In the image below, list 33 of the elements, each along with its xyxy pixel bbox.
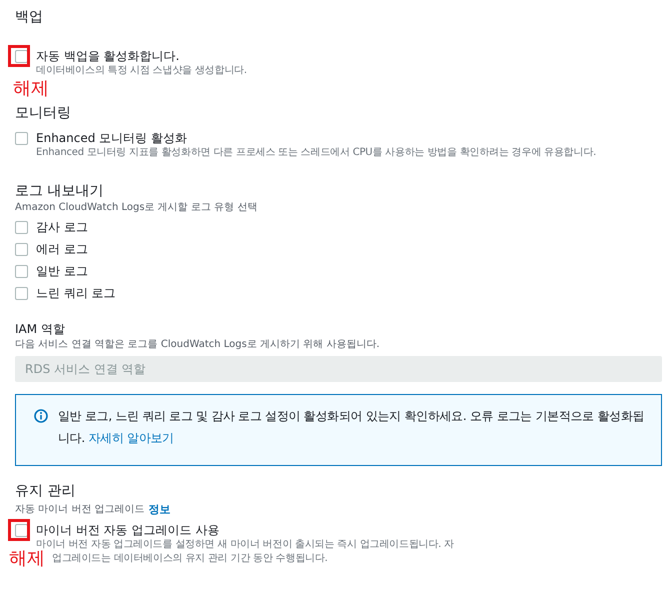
option-label: 감사 로그 bbox=[36, 219, 88, 235]
section-heading: 백업 bbox=[15, 8, 44, 26]
option-label: 마이너 버전 자동 업그레이드 사용 bbox=[36, 522, 220, 538]
checkbox[interactable] bbox=[15, 265, 28, 278]
checkbox[interactable] bbox=[15, 243, 28, 256]
role-field[interactable]: RDS 서비스 연결 역할 bbox=[15, 356, 662, 382]
option-label: 자동 백업을 활성화합니다. bbox=[36, 48, 180, 64]
checkbox[interactable] bbox=[15, 132, 28, 145]
section-heading: 유지 관리 bbox=[15, 482, 76, 500]
learn-more-link[interactable]: 자세히 알아보기 bbox=[88, 431, 174, 445]
section-subtitle: Amazon CloudWatch Logs로 게시할 로그 유형 선택 bbox=[15, 201, 258, 215]
option-description: Enhanced 모니터링 지표를 활성화하면 다른 프로세스 또는 스레드에서 CPU를 사용하는 방법을 확인하려는 경우에 유용합니다. bbox=[36, 146, 596, 160]
option-label: 에러 로그 bbox=[36, 241, 88, 257]
info-icon bbox=[34, 409, 48, 423]
section-subtitle: 자동 마이너 버전 업그레이드 bbox=[15, 503, 145, 517]
checkbox[interactable] bbox=[15, 524, 28, 537]
option-label: Enhanced 모니터링 활성화 bbox=[36, 130, 188, 146]
field-label: IAM 역할 bbox=[15, 321, 66, 337]
checkbox[interactable] bbox=[15, 221, 28, 234]
section-heading: 모니터링 bbox=[15, 104, 72, 122]
checkbox[interactable] bbox=[15, 50, 28, 63]
section-heading: 로그 내보내기 bbox=[15, 182, 104, 200]
alert-text: 일반 로그, 느린 쿼리 로그 및 감사 로그 설정이 활성화되어 있는지 확인하세요. 오류 로그는 기본적으로 활성화됩니다. 자세히 알아보기 bbox=[58, 408, 646, 447]
option-description: 업그레이드는 데이터베이스의 유지 관리 기간 동안 수행됩니다. bbox=[51, 552, 329, 566]
annotation-text: 해제 bbox=[13, 78, 50, 100]
info-link[interactable]: 정보 bbox=[148, 502, 171, 518]
option-label: 느린 쿼리 로그 bbox=[36, 285, 116, 301]
option-description: 마이너 버전 자동 업그레이드를 설정하면 새 마이너 버전이 출시되는 즉시 업그레이드됩니다. 자 bbox=[36, 538, 454, 550]
option-description: 데이터베이스의 특정 시점 스냅샷을 생성합니다. bbox=[36, 64, 247, 78]
annotation-text: 해제 bbox=[9, 548, 45, 570]
option-label: 일반 로그 bbox=[36, 263, 88, 279]
field-description: 다음 서비스 연결 역할은 로그를 CloudWatch Logs로 게시하기 위해 사용됩니다. bbox=[15, 338, 381, 352]
checkbox[interactable] bbox=[15, 287, 28, 300]
